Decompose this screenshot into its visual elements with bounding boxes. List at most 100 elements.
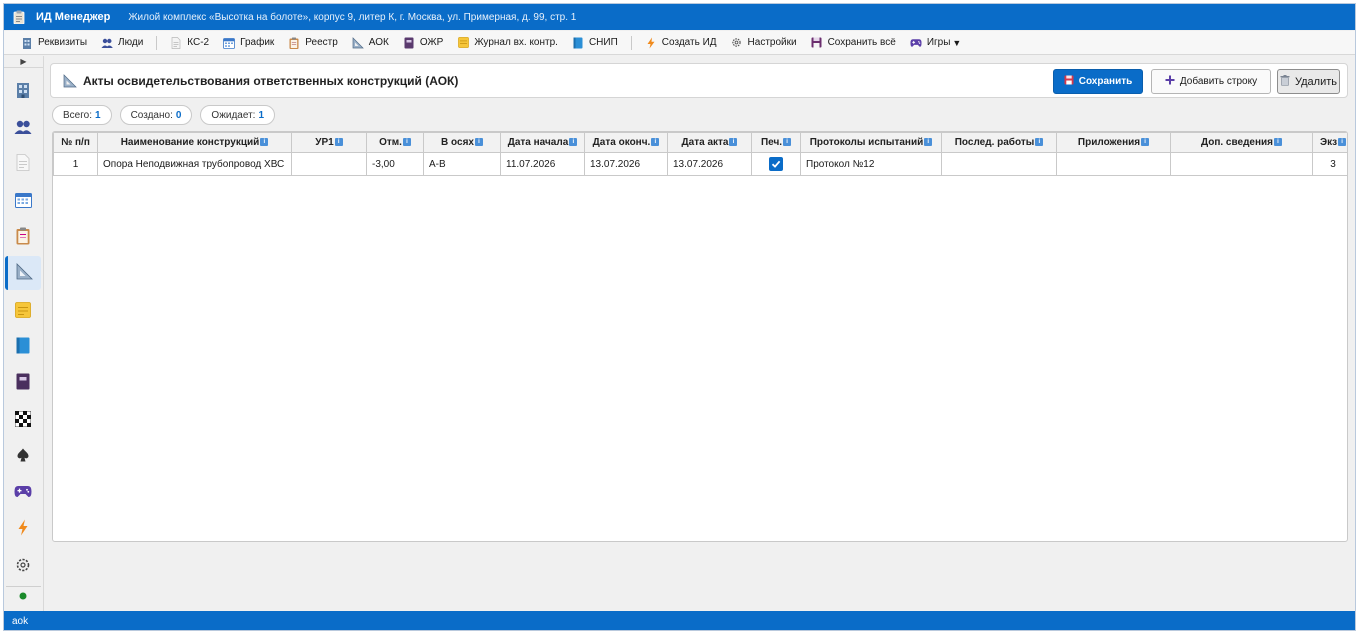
main-toolbar: Реквизиты Люди КС-2 График Реестр АОК ОЖ… [4, 31, 1355, 55]
app-clipboard-icon [12, 10, 26, 24]
info-icon[interactable]: i [729, 138, 738, 147]
info-icon[interactable]: i [569, 138, 578, 147]
column-header[interactable]: Протоколы испытаний i [800, 132, 942, 153]
cell-print[interactable] [751, 152, 801, 176]
project-title: Жилой комплекс «Высотка на болоте», корп… [128, 11, 577, 23]
toolbar-people[interactable]: Люди [94, 33, 150, 53]
info-icon[interactable]: i [1274, 138, 1283, 147]
column-header-label: Послед. работы [954, 137, 1035, 148]
info-icon[interactable]: i [783, 138, 792, 147]
cell-num[interactable]: 1 [53, 152, 98, 176]
toolbar-save-all[interactable]: Сохранить всё [804, 33, 903, 53]
stat-created-label: Создано: [130, 109, 173, 121]
toolbar-label: СНИП [588, 37, 618, 48]
cell-date-start[interactable]: 11.07.2026 [500, 152, 585, 176]
sidebar-item-ks2[interactable] [5, 147, 41, 181]
stat-total-value: 1 [95, 109, 101, 121]
cell-attachments[interactable] [1056, 152, 1171, 176]
toolbar-ozhr[interactable]: ОЖР [396, 33, 450, 53]
cell-protocols[interactable]: Протокол №12 [800, 152, 942, 176]
sidebar-item-people[interactable] [5, 111, 41, 145]
column-header[interactable]: Наименование конструкций i [97, 132, 292, 153]
sidebar-item-snip[interactable] [5, 330, 41, 364]
sidebar-item-rekvizity[interactable] [5, 74, 41, 108]
stat-total: Всего: 1 [52, 105, 112, 125]
cell-next-works[interactable] [941, 152, 1057, 176]
toolbar-settings[interactable]: Настройки [724, 33, 804, 53]
aok-table-container: № п/п Наименование конструкций i УР1 i Отм… [52, 131, 1348, 542]
column-header[interactable]: Доп. сведения i [1170, 132, 1313, 153]
info-icon[interactable]: i [1141, 138, 1150, 147]
sidebar-item-create-id[interactable] [5, 512, 41, 546]
toolbar-aok[interactable]: АОК [345, 33, 396, 53]
toolbar-incoming-journal[interactable]: Журнал вх. контр. [450, 33, 565, 53]
toolbar-label: ОЖР [419, 37, 444, 48]
column-header[interactable]: Отм. i [366, 132, 424, 153]
sidebar-item-incoming-journal[interactable] [5, 294, 41, 328]
print-checkbox[interactable] [769, 157, 783, 171]
triangle-ruler-icon [16, 263, 33, 283]
column-header[interactable]: УР1 i [291, 132, 367, 153]
toolbar-ks2[interactable]: КС-2 [163, 33, 216, 53]
sidebar-item-schedule[interactable] [5, 184, 41, 218]
table-row[interactable]: 1 Опора Неподвижная трубопровод ХВС -3,0… [53, 152, 1347, 176]
info-icon[interactable]: i [1338, 138, 1347, 147]
column-header-label: Наименование конструкций [120, 137, 260, 148]
sidebar-item-aok[interactable] [5, 256, 41, 290]
column-header[interactable]: Печ. i [751, 132, 801, 153]
cell-date-end[interactable]: 13.07.2026 [584, 152, 668, 176]
sidebar-item-settings[interactable] [5, 549, 41, 583]
info-icon[interactable]: i [474, 138, 483, 147]
column-header[interactable]: Дата начала i [500, 132, 585, 153]
lightning-icon [17, 519, 29, 539]
sidebar-item-cards[interactable] [5, 439, 41, 473]
info-icon[interactable]: i [402, 138, 411, 147]
column-header[interactable]: Послед. работы i [941, 132, 1057, 153]
column-header[interactable]: В осях i [423, 132, 501, 153]
toolbar-label: Реквизиты [38, 37, 88, 48]
cell-ur1[interactable] [291, 152, 367, 176]
info-icon[interactable]: i [924, 138, 933, 147]
toolbar-rekvizity[interactable]: Реквизиты [14, 33, 94, 53]
connection-status [5, 586, 41, 608]
info-icon[interactable]: i [1035, 138, 1044, 147]
cell-copies[interactable]: 3 [1312, 152, 1347, 176]
document-icon [170, 36, 182, 49]
sidebar-item-registry[interactable] [5, 220, 41, 254]
checkerboard-icon [14, 410, 32, 430]
sidebar-toggle-button[interactable]: ▶ [4, 56, 43, 68]
note-icon [457, 37, 469, 49]
info-icon[interactable]: i [260, 138, 269, 147]
add-row-button-label: Добавить строку [1179, 76, 1258, 87]
add-row-button[interactable]: Добавить строку [1151, 69, 1271, 94]
sidebar-item-checkers[interactable] [5, 403, 41, 437]
calendar-icon [223, 37, 236, 49]
column-header-label: № п/п [61, 137, 90, 148]
column-header[interactable]: Приложения i [1056, 132, 1171, 153]
note-icon [15, 301, 31, 321]
cell-axes[interactable]: А-В [423, 152, 501, 176]
toolbar-create-id[interactable]: Создать ИД [638, 33, 724, 53]
toolbar-schedule[interactable]: График [216, 33, 281, 53]
sidebar-item-ozhr[interactable] [5, 366, 41, 400]
toolbar-snip[interactable]: СНИП [565, 33, 625, 53]
delete-button[interactable]: Удалить [1277, 69, 1340, 94]
document-icon [16, 154, 30, 174]
column-header[interactable]: Дата оконч. i [584, 132, 668, 153]
info-icon[interactable]: i [334, 138, 343, 147]
column-header[interactable]: Экз i [1312, 132, 1347, 153]
save-button[interactable]: Сохранить [1053, 69, 1143, 94]
cell-date-act[interactable]: 13.07.2026 [667, 152, 752, 176]
toolbar-games[interactable]: Игры ▼ [903, 33, 969, 53]
column-header-label: Отм. [379, 137, 402, 148]
people-icon [14, 119, 32, 138]
cell-extra[interactable] [1170, 152, 1313, 176]
cell-otm[interactable]: -3,00 [366, 152, 424, 176]
toolbar-registry[interactable]: Реестр [281, 33, 345, 53]
column-header-label: УР1 [315, 137, 334, 148]
cell-name[interactable]: Опора Неподвижная трубопровод ХВС [97, 152, 292, 176]
sidebar-item-games[interactable] [5, 476, 41, 510]
column-header[interactable]: № п/п [53, 132, 98, 153]
info-icon[interactable]: i [651, 138, 660, 147]
column-header[interactable]: Дата акта i [667, 132, 752, 153]
